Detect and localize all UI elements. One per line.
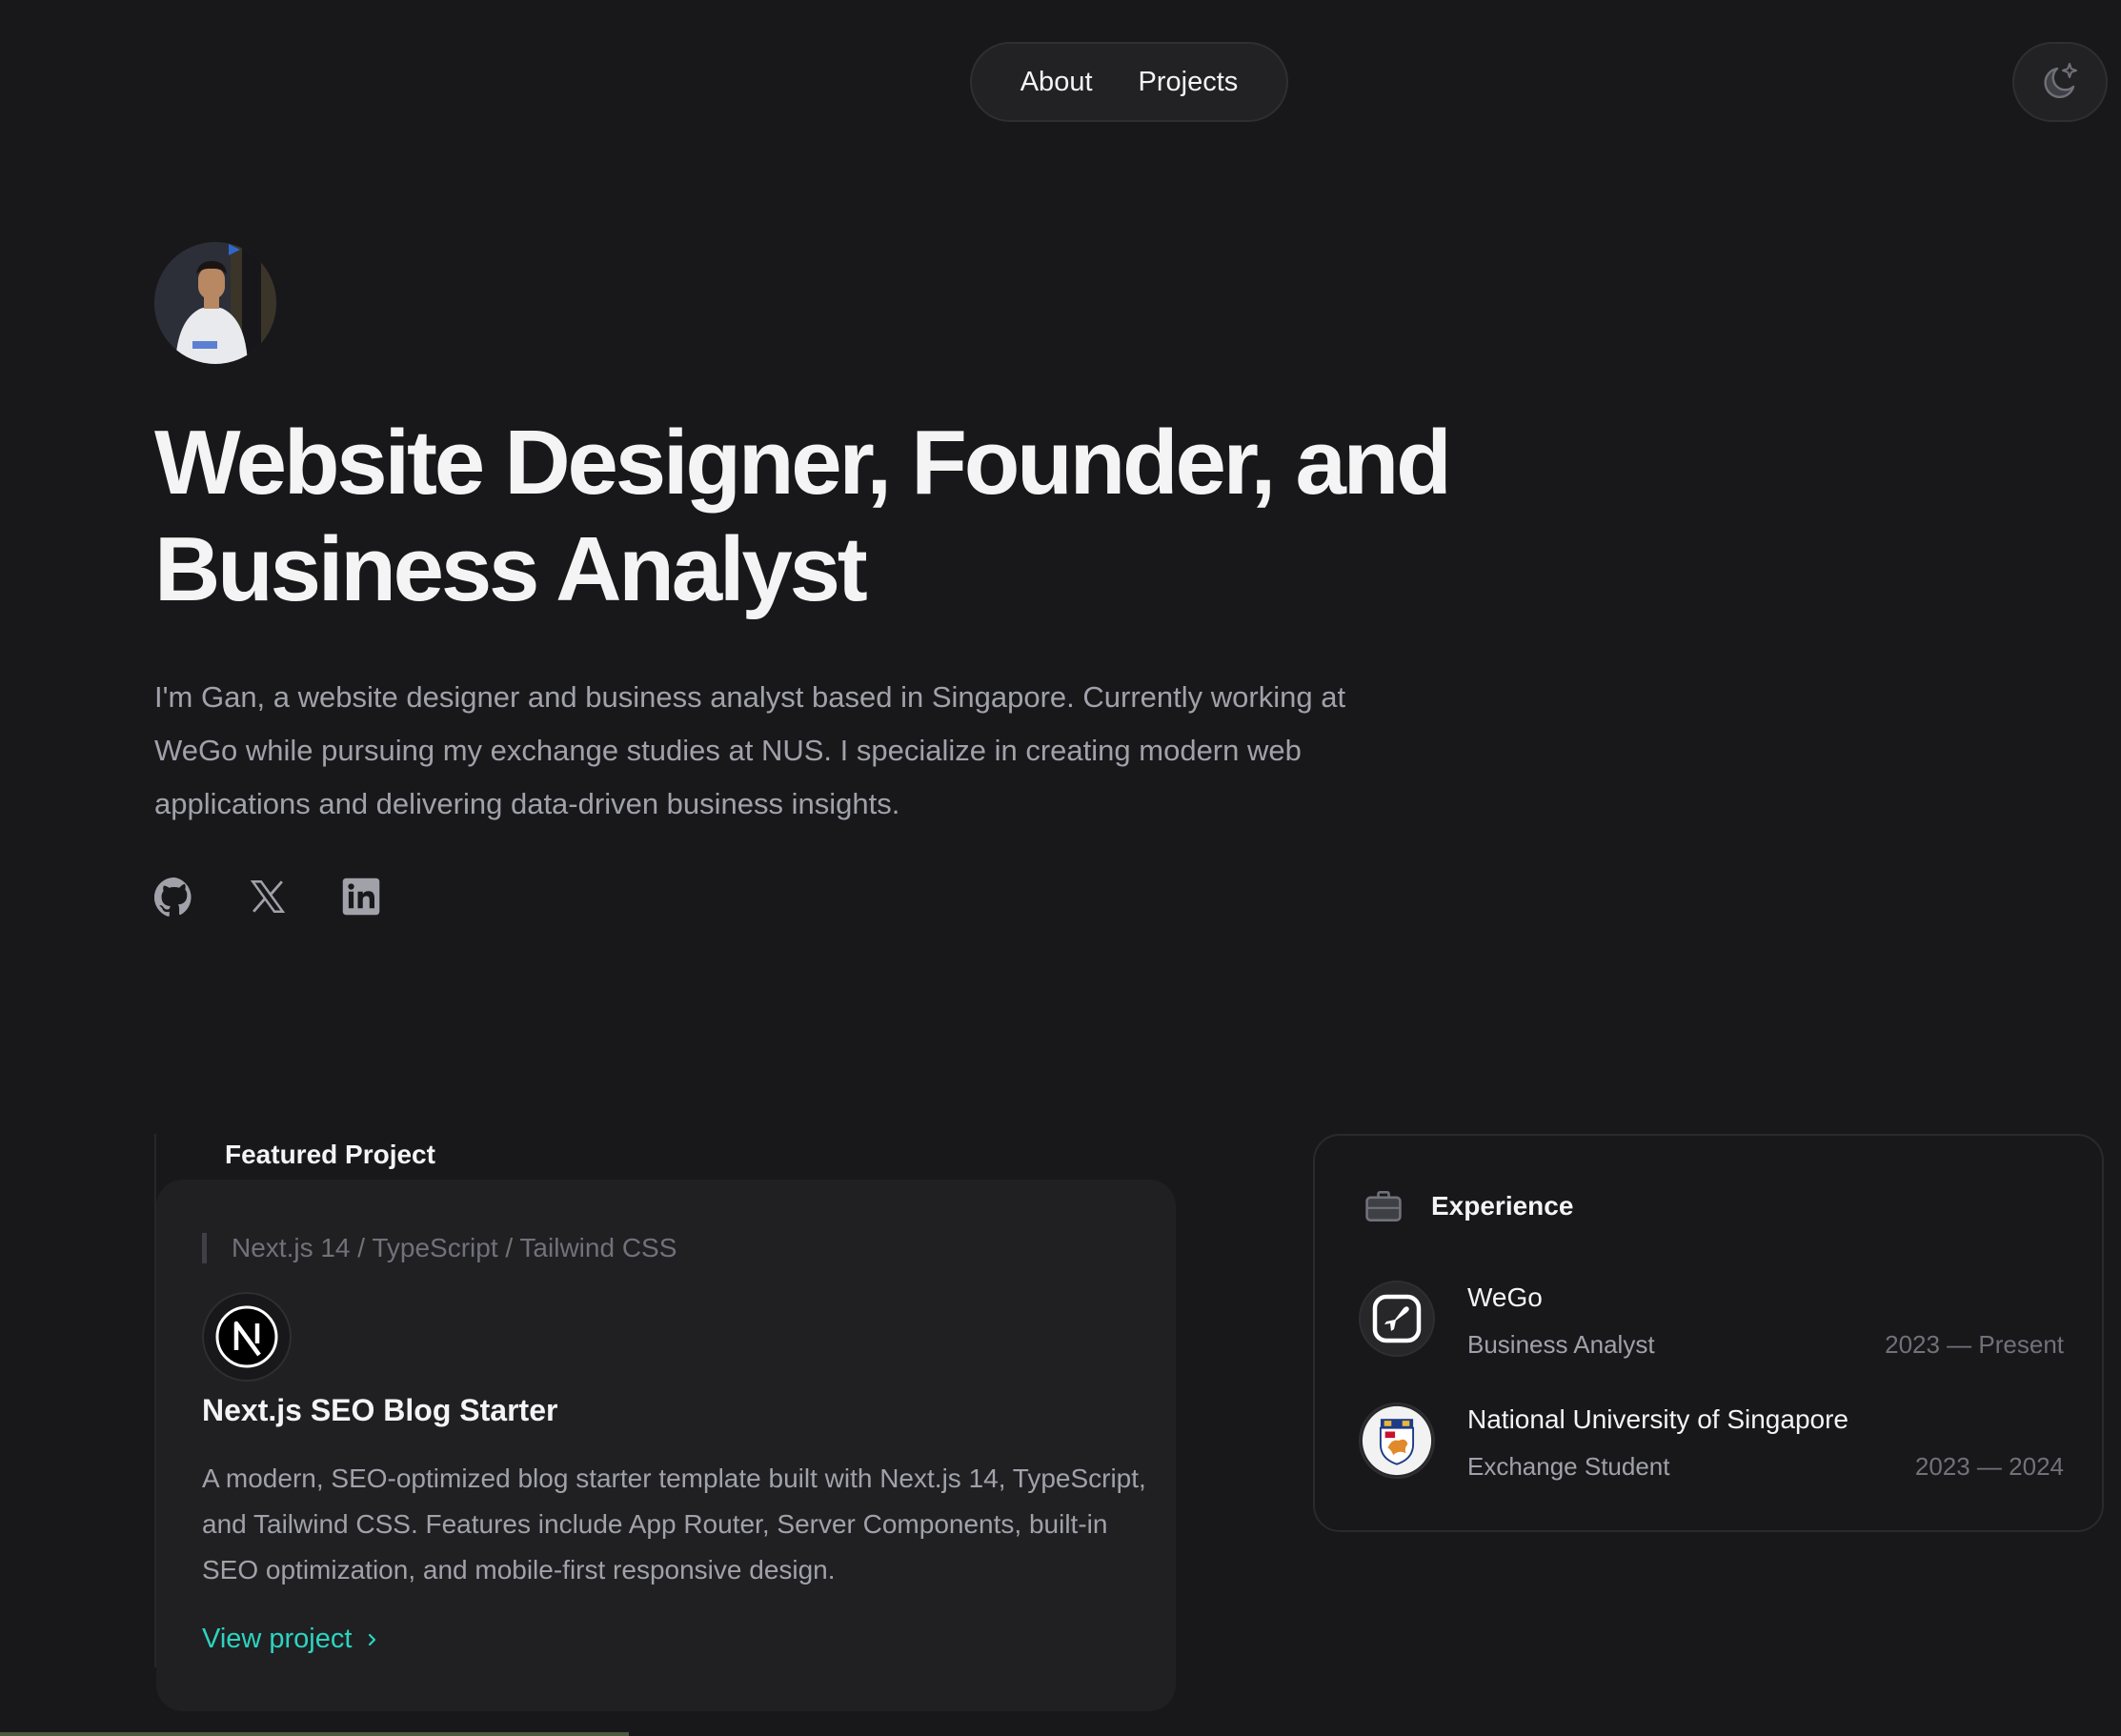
x-link[interactable] — [248, 877, 288, 917]
featured-heading: Featured Project — [225, 1140, 435, 1169]
profile-photo — [154, 242, 276, 364]
nav-link-about[interactable]: About — [1020, 67, 1093, 98]
github-link[interactable] — [153, 877, 194, 917]
linkedin-icon — [342, 878, 380, 916]
experience-dates: 2023 — Present — [1885, 1330, 2064, 1359]
nextjs-logo-icon — [215, 1305, 278, 1368]
experience-role: Business Analyst — [1467, 1330, 1655, 1359]
experience-role: Exchange Student — [1467, 1452, 1670, 1481]
experience-item-nus: National University of Singapore Exchang… — [1359, 1403, 2064, 1483]
page: About Projects Website Designer, Founder… — [0, 0, 2121, 1736]
avatar — [154, 242, 276, 364]
github-icon — [153, 877, 192, 917]
x-icon — [250, 880, 286, 913]
social-links — [153, 877, 381, 917]
experience-dates: 2023 — 2024 — [1914, 1452, 2064, 1481]
chevron-right-icon — [369, 1633, 376, 1645]
briefcase-icon — [1365, 1191, 1402, 1221]
experience-card: Experience WeGo Business Analyst 2023 — … — [1313, 1134, 2104, 1532]
view-project-link[interactable]: View project — [202, 1624, 380, 1655]
tech-stack: Next.js 14 / TypeScript / Tailwind CSS — [202, 1233, 677, 1263]
view-project-label: View project — [202, 1624, 353, 1654]
experience-org: WeGo — [1467, 1282, 1543, 1312]
nav-link-projects[interactable]: Projects — [1139, 67, 1239, 98]
project-description: A modern, SEO-optimized blog starter tem… — [202, 1463, 1146, 1585]
experience-title: Experience — [1431, 1191, 1574, 1221]
featured-project-card[interactable]: Next.js 14 / TypeScript / Tailwind CSS N… — [156, 1180, 1176, 1711]
project-logo — [202, 1292, 292, 1382]
scroll-progress-bar — [0, 1732, 629, 1736]
page-title: Website Designer, Founder, and Business … — [154, 412, 1452, 620]
nus-logo — [1359, 1403, 1435, 1479]
wego-logo — [1359, 1281, 1435, 1357]
top-nav: About Projects — [970, 42, 1288, 122]
experience-header: Experience — [1363, 1185, 1573, 1227]
experience-item-wego: WeGo Business Analyst 2023 — Present — [1359, 1281, 2064, 1361]
nus-crest-icon — [1362, 1405, 1432, 1476]
theme-toggle-button[interactable] — [2012, 42, 2108, 122]
intro-text: I'm Gan, a website designer and business… — [154, 680, 1346, 820]
moon-sparkle-icon — [2044, 63, 2077, 98]
wego-plane-icon — [1372, 1294, 1422, 1343]
linkedin-link[interactable] — [341, 877, 381, 917]
experience-org: National University of Singapore — [1467, 1404, 1848, 1434]
project-title: Next.js SEO Blog Starter — [202, 1393, 558, 1427]
